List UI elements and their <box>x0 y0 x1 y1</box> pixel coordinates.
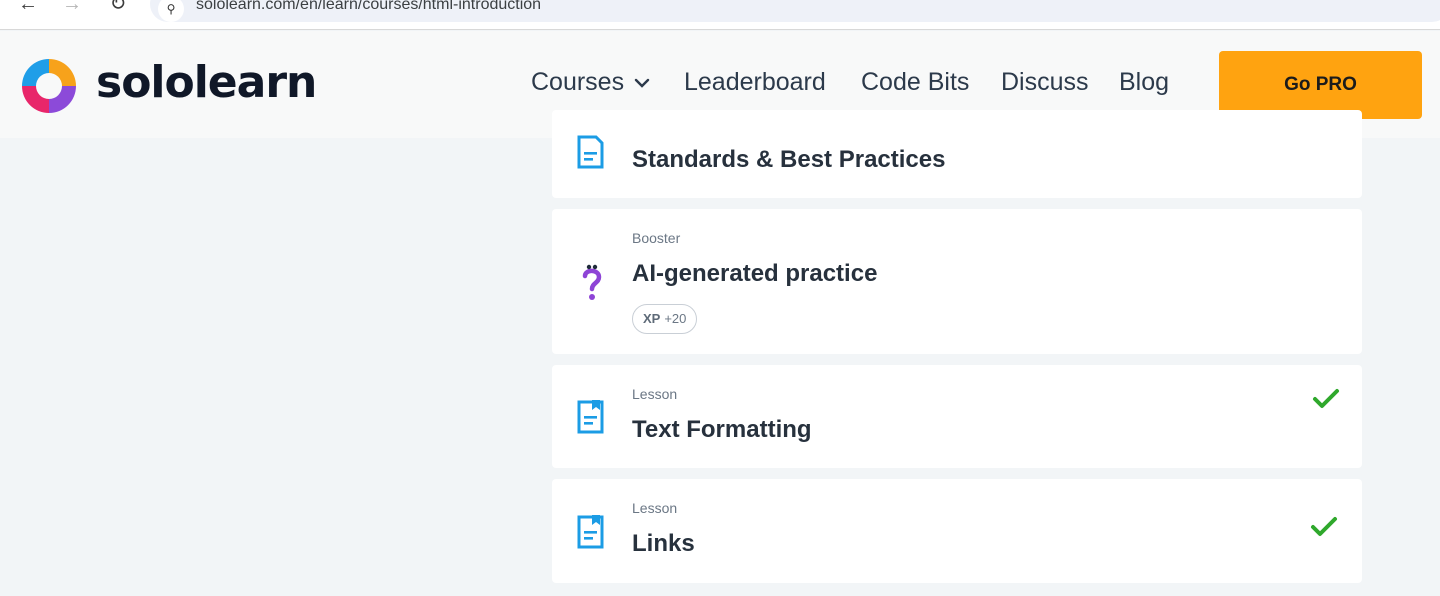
sololearn-logo-icon[interactable] <box>18 55 80 117</box>
lesson-card[interactable]: Lesson Text Formatting <box>552 365 1362 468</box>
nav-courses[interactable]: Courses <box>531 68 650 97</box>
nav-leaderboard[interactable]: Leaderboard <box>684 68 826 97</box>
card-type: Booster <box>632 230 681 246</box>
go-pro-button[interactable]: Go PRO <box>1219 51 1422 119</box>
lesson-icon <box>577 135 604 169</box>
xp-label: XP <box>643 311 661 326</box>
card-title: Standards & Best Practices <box>632 146 946 173</box>
lesson-card[interactable]: Lesson Links <box>552 479 1362 583</box>
booster-card[interactable]: Booster AI-generated practice XP +20 <box>552 209 1362 354</box>
nav-discuss[interactable]: Discuss <box>1001 68 1089 97</box>
lesson-icon <box>577 400 604 434</box>
browser-toolbar: ← → ↻ ⚲ sololearn.com/en/learn/courses/h… <box>0 0 1440 30</box>
nav-code-bits[interactable]: Code Bits <box>861 68 969 97</box>
address-bar[interactable]: ⚲ sololearn.com/en/learn/courses/html-in… <box>150 0 1440 22</box>
logo-wordmark[interactable]: sololearn <box>96 57 317 108</box>
question-mark-icon <box>582 264 602 300</box>
lesson-card[interactable]: Standards & Best Practices <box>552 110 1362 198</box>
card-title: AI-generated practice <box>632 260 878 287</box>
card-type: Lesson <box>632 500 678 516</box>
lesson-icon <box>577 515 604 549</box>
nav-blog[interactable]: Blog <box>1119 68 1169 97</box>
reload-icon[interactable]: ↻ <box>106 0 130 16</box>
back-arrow-icon[interactable]: ← <box>16 0 40 16</box>
site-info-icon[interactable]: ⚲ <box>158 0 184 22</box>
card-type: Lesson <box>632 386 678 402</box>
card-title: Text Formatting <box>632 416 812 443</box>
chevron-down-icon <box>634 79 650 89</box>
nav-courses-label: Courses <box>531 68 625 96</box>
checkmark-icon <box>1313 389 1339 408</box>
checkmark-icon <box>1311 517 1337 536</box>
forward-arrow-icon[interactable]: → <box>60 0 84 16</box>
xp-value: +20 <box>664 311 687 326</box>
url-text[interactable]: sololearn.com/en/learn/courses/html-intr… <box>196 0 541 14</box>
xp-badge: XP +20 <box>632 304 698 334</box>
card-title: Links <box>632 530 695 557</box>
